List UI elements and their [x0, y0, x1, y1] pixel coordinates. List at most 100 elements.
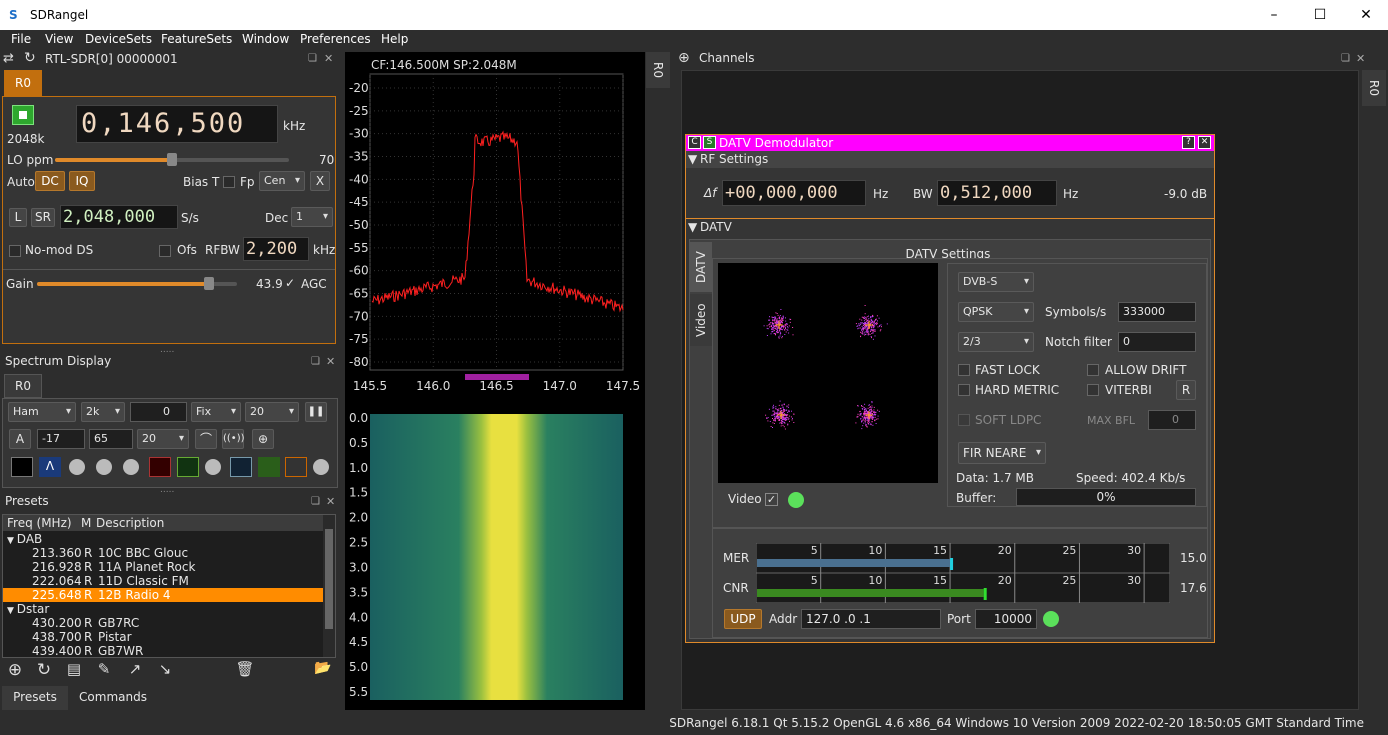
value-select[interactable]: 20 [137, 429, 189, 449]
histogram-icon[interactable]: Λ [39, 457, 61, 477]
close-icon[interactable]: ✕ [1198, 136, 1211, 149]
viterbi-checkbox[interactable] [1087, 384, 1099, 396]
tab-presets[interactable]: Presets [2, 686, 68, 710]
mode-select[interactable]: Fix [191, 402, 241, 422]
import-icon[interactable]: ↘ [154, 660, 176, 682]
float-icon[interactable]: ❏ [311, 496, 320, 507]
rfbw-dial[interactable]: 2,200 [243, 237, 309, 261]
fec-select[interactable]: 2/3 [958, 332, 1034, 352]
knob-icon[interactable] [69, 459, 85, 475]
spectrum-view[interactable]: CF:146.500M SP:2.048M -20 -25 -30 -35 -40 -45… [345, 52, 645, 710]
sample-rate-dial[interactable]: 2,048,000 [60, 205, 178, 229]
knob-icon[interactable] [313, 459, 329, 475]
soft-ldpc-checkbox[interactable] [958, 414, 970, 426]
close-panel-icon[interactable]: ✕ [324, 52, 333, 65]
rf-settings-header[interactable]: ▼ RF Settings [686, 151, 1214, 168]
header-freq[interactable]: Freq (MHz) [7, 516, 72, 530]
fp-select[interactable]: Cen [259, 171, 305, 191]
port-input[interactable]: 10000 [975, 609, 1037, 629]
udp-button[interactable]: UDP [724, 609, 762, 629]
preset-row[interactable]: 430.200 R GB7RC [3, 616, 323, 630]
expand-icon[interactable]: ▼ [7, 606, 17, 616]
float-icon[interactable]: ❏ [1341, 53, 1350, 64]
fast-lock-checkbox[interactable] [958, 364, 970, 376]
spectrum-tab[interactable]: R0 [4, 374, 42, 398]
preset-row[interactable]: 216.928 R 11A Planet Rock [3, 560, 323, 574]
menu-preferences[interactable]: Preferences [300, 32, 371, 46]
edit-icon[interactable]: ✎ [93, 660, 115, 682]
preset-row[interactable]: 438.700 R Pistar [3, 630, 323, 644]
close-panel-icon[interactable]: ✕ [326, 495, 335, 508]
help-icon[interactable]: ? [1182, 136, 1195, 149]
addr-input[interactable]: 127.0 .0 .1 [801, 609, 941, 629]
menu-featuresets[interactable]: FeatureSets [161, 32, 232, 46]
add-channel-icon[interactable]: ⊕ [678, 50, 690, 66]
standard-select[interactable]: DVB-S [958, 272, 1034, 292]
float-icon[interactable]: ❏ [311, 356, 320, 367]
grid-icon[interactable] [285, 457, 307, 477]
load-icon[interactable]: 📂 [312, 660, 334, 682]
l-button[interactable]: L [9, 208, 27, 227]
tab-datv[interactable]: DATV [690, 242, 712, 292]
close-panel-icon[interactable]: ✕ [326, 355, 335, 368]
video-checkbox[interactable]: ✓ [765, 493, 778, 506]
start-stop-button[interactable] [12, 105, 34, 125]
spectrum-green-icon[interactable] [177, 457, 199, 477]
datv-titlebar[interactable]: C S DATV Demodulator ? ✕ [686, 135, 1214, 151]
presets-scrollbar[interactable] [323, 515, 335, 657]
preset-row[interactable]: 225.648 R 12B Radio 4 [3, 588, 323, 602]
header-m[interactable]: M [81, 516, 91, 530]
preset-row[interactable]: 439.400 R GB7WR [3, 644, 323, 658]
sr-button[interactable]: SR [31, 208, 55, 227]
float-icon[interactable]: ❏ [308, 53, 317, 64]
notch-spinbox[interactable]: 0 [1118, 332, 1196, 352]
update-preset-icon[interactable]: ↻ [33, 660, 55, 682]
agc-check-icon[interactable]: ✓ [285, 276, 295, 290]
dc-button[interactable]: DC [35, 171, 65, 191]
min-spinbox[interactable]: -17 [37, 429, 85, 449]
menu-help[interactable]: Help [381, 32, 408, 46]
s-button[interactable]: S [703, 136, 716, 149]
menu-file[interactable]: File [11, 32, 31, 46]
curve-icon[interactable]: ⌒ [195, 429, 217, 449]
knob-icon[interactable] [96, 459, 112, 475]
knob-icon[interactable] [123, 459, 139, 475]
gain-handle[interactable] [204, 277, 214, 290]
tab-commands[interactable]: Commands [70, 686, 156, 710]
datv-section-header[interactable]: ▼ DATV [686, 218, 1214, 235]
preset-row[interactable]: 213.360 R 10C BBC Glouc [3, 546, 323, 560]
spectrum-tab-r0[interactable]: R0 [646, 52, 670, 88]
black-color-icon[interactable] [11, 457, 33, 477]
lo-ppm-handle[interactable] [167, 153, 177, 166]
dec-select[interactable]: 1 [291, 207, 333, 227]
expand-icon[interactable]: ▼ [7, 536, 17, 546]
lo-ppm-slider[interactable] [55, 153, 289, 166]
center-frequency-dial[interactable]: 0,146,500 [76, 105, 278, 143]
scrollbar-thumb[interactable] [325, 529, 333, 629]
preset-row[interactable]: 222.064 R 11D Classic FM [3, 574, 323, 588]
symbols-spinbox[interactable]: 333000 [1118, 302, 1196, 322]
x-button[interactable]: X [310, 171, 330, 191]
hard-metric-checkbox[interactable] [958, 384, 970, 396]
bw-dial[interactable]: 0,512,000 [937, 180, 1057, 206]
allow-drift-checkbox[interactable] [1087, 364, 1099, 376]
minimize-icon[interactable]: – [1251, 0, 1297, 30]
broadcast-icon[interactable]: ((•)) [222, 429, 245, 449]
save-icon[interactable]: ▤ [63, 660, 85, 682]
waterfall-icon[interactable] [230, 457, 252, 477]
channels-tab-r0[interactable]: R0 [1362, 70, 1386, 106]
gain-slider[interactable] [37, 277, 237, 290]
bias-t-checkbox[interactable] [223, 176, 235, 188]
menu-window[interactable]: Window [242, 32, 289, 46]
max-bfl-spinbox[interactable]: 0 [1148, 410, 1196, 430]
c-button[interactable]: C [688, 136, 701, 149]
swap-icon[interactable]: ⇄ [3, 51, 14, 66]
close-icon[interactable]: ✕ [1343, 0, 1388, 30]
a-button[interactable]: A [9, 429, 31, 449]
preset-group[interactable]: ▼ Dstar [7, 602, 324, 616]
ref-spinbox[interactable]: 0 [130, 402, 187, 422]
window-select[interactable]: Ham [8, 402, 76, 422]
modulation-select[interactable]: QPSK [958, 302, 1034, 322]
device-tab[interactable]: R0 [4, 70, 42, 96]
avg-select[interactable]: 20 [245, 402, 299, 422]
